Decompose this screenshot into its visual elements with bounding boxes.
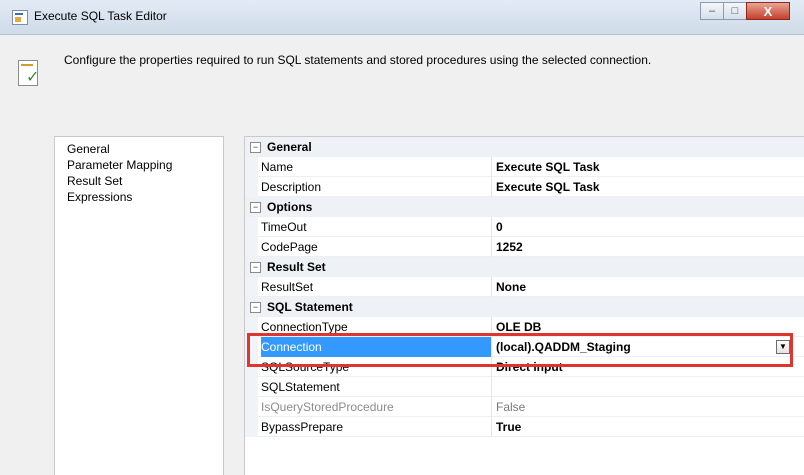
property-value[interactable]: 1252 — [496, 237, 523, 257]
category-options[interactable]: − Options — [245, 197, 804, 217]
category-label: Options — [267, 200, 313, 214]
connection-value[interactable]: (local).QADDM_Staging — [496, 337, 631, 357]
connection-dropdown-button[interactable]: ▼ — [776, 340, 790, 354]
task-editor-icon — [12, 10, 28, 25]
window-controls: – □ X — [700, 2, 790, 24]
property-row-resultset[interactable]: ResultSet None — [245, 277, 804, 297]
property-row-isquerystoredprocedure[interactable]: IsQueryStoredProcedure False — [245, 397, 804, 417]
row-margin — [245, 237, 258, 257]
row-margin — [245, 377, 258, 397]
row-margin — [245, 217, 258, 237]
property-grid: − General Name Execute SQL Task Descript… — [244, 136, 804, 475]
row-margin — [245, 277, 258, 297]
row-margin — [245, 317, 258, 337]
minimize-button[interactable]: – — [700, 2, 724, 20]
collapse-icon[interactable]: − — [250, 142, 261, 153]
property-value[interactable]: Execute SQL Task — [496, 157, 600, 177]
category-general[interactable]: − General — [245, 137, 804, 157]
property-value[interactable]: OLE DB — [496, 317, 541, 337]
property-row-sqlstatement[interactable]: SQLStatement — [245, 377, 804, 397]
property-name: SQLStatement — [261, 377, 492, 397]
property-value[interactable]: True — [496, 417, 521, 437]
collapse-icon[interactable]: − — [250, 202, 261, 213]
collapse-icon[interactable]: − — [250, 302, 261, 313]
property-value[interactable]: None — [496, 277, 526, 297]
nav-item-result-set[interactable]: Result Set — [55, 173, 223, 189]
category-label: General — [267, 140, 312, 154]
property-name: ResultSet — [261, 277, 492, 297]
property-row-codepage[interactable]: CodePage 1252 — [245, 237, 804, 257]
category-label: SQL Statement — [267, 300, 353, 314]
close-button[interactable]: X — [746, 2, 790, 20]
property-name: CodePage — [261, 237, 492, 257]
title-bar: Execute SQL Task Editor – □ X — [0, 0, 804, 35]
row-margin — [245, 357, 258, 377]
category-result-set[interactable]: − Result Set — [245, 257, 804, 277]
property-value[interactable]: Execute SQL Task — [496, 177, 600, 197]
property-row-name[interactable]: Name Execute SQL Task — [245, 157, 804, 177]
property-name: ConnectionType — [261, 317, 492, 337]
property-name: IsQueryStoredProcedure — [261, 397, 492, 417]
header-description: Configure the properties required to run… — [64, 53, 652, 67]
category-sql-statement[interactable]: − SQL Statement — [245, 297, 804, 317]
property-name: Name — [261, 157, 492, 177]
property-name: BypassPrepare — [261, 417, 492, 437]
property-name: SQLSourceType — [261, 357, 492, 377]
property-row-description[interactable]: Description Execute SQL Task — [245, 177, 804, 197]
nav-item-expressions[interactable]: Expressions — [55, 189, 223, 205]
nav-item-parameter-mapping[interactable]: Parameter Mapping — [55, 157, 223, 173]
property-value[interactable]: 0 — [496, 217, 503, 237]
property-name: Connection — [261, 337, 492, 357]
property-row-sqlsourcetype[interactable]: SQLSourceType Direct input — [245, 357, 804, 377]
row-margin — [245, 157, 258, 177]
property-row-connectiontype[interactable]: ConnectionType OLE DB — [245, 317, 804, 337]
nav-item-general[interactable]: General — [55, 141, 223, 157]
property-value[interactable]: Direct input — [496, 357, 563, 377]
window-title: Execute SQL Task Editor — [34, 9, 167, 23]
collapse-icon[interactable]: − — [250, 262, 261, 273]
property-row-connection[interactable]: Connection (local).QADDM_Staging ▼ — [245, 337, 804, 357]
row-margin — [245, 337, 258, 357]
row-margin — [245, 397, 258, 417]
row-margin — [245, 417, 258, 437]
property-name: Description — [261, 177, 492, 197]
nav-panel: General Parameter Mapping Result Set Exp… — [54, 136, 224, 475]
property-row-bypassprepare[interactable]: BypassPrepare True — [245, 417, 804, 437]
property-value: False — [496, 400, 526, 414]
property-row-timeout[interactable]: TimeOut 0 — [245, 217, 804, 237]
row-margin — [245, 177, 258, 197]
execute-sql-task-icon: ✓ — [16, 58, 42, 88]
property-name: TimeOut — [261, 217, 492, 237]
maximize-button[interactable]: □ — [723, 2, 747, 20]
category-label: Result Set — [267, 260, 326, 274]
